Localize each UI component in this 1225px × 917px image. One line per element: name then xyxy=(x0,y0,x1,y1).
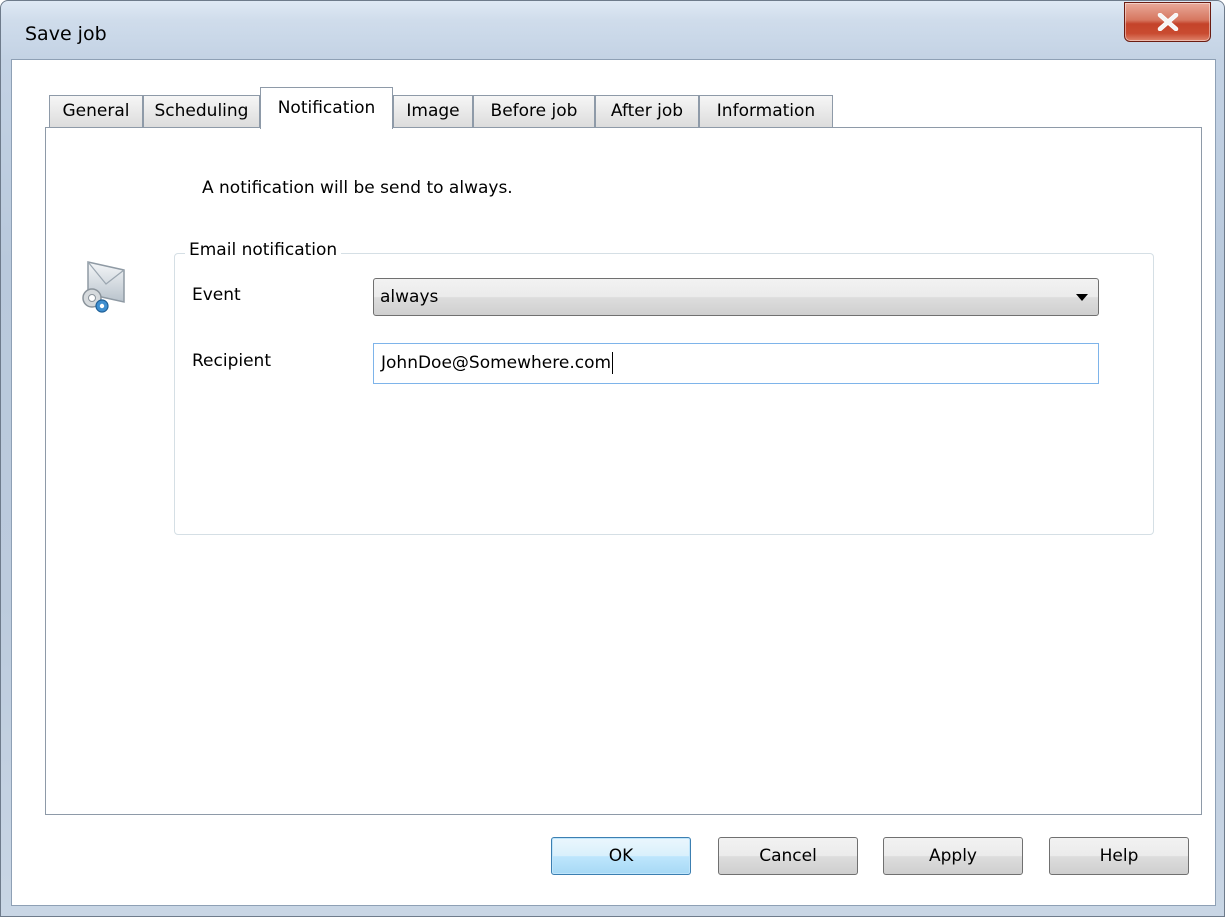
tab-image[interactable]: Image xyxy=(393,95,473,127)
tab-after-job[interactable]: After job xyxy=(595,95,699,127)
event-select[interactable]: always xyxy=(373,278,1099,316)
close-button[interactable] xyxy=(1124,2,1211,42)
cancel-button[interactable]: Cancel xyxy=(718,837,858,875)
recipient-input-value: JohnDoe@Somewhere.com xyxy=(381,353,612,373)
tab-before-job[interactable]: Before job xyxy=(473,95,595,127)
recipient-input[interactable]: JohnDoe@Somewhere.com xyxy=(373,343,1099,384)
tab-general[interactable]: General xyxy=(49,95,143,127)
dialog-client-area: General Scheduling Notification Image Be… xyxy=(11,59,1216,906)
help-button[interactable]: Help xyxy=(1049,837,1189,875)
tab-scheduling[interactable]: Scheduling xyxy=(143,95,260,127)
ok-button[interactable]: OK xyxy=(551,837,691,875)
event-select-value: always xyxy=(380,287,439,307)
window-title: Save job xyxy=(25,23,107,45)
close-icon xyxy=(1157,13,1179,31)
save-job-dialog: Save job General Scheduling Notification… xyxy=(0,0,1225,917)
title-bar[interactable]: Save job xyxy=(1,1,1224,61)
event-label: Event xyxy=(192,285,241,305)
tab-information[interactable]: Information xyxy=(699,95,833,127)
apply-button[interactable]: Apply xyxy=(883,837,1023,875)
email-settings-icon xyxy=(74,254,140,324)
chevron-down-icon xyxy=(1076,294,1088,301)
email-notification-group-title: Email notification xyxy=(185,240,342,260)
notification-info-text: A notification will be send to always. xyxy=(202,178,513,198)
tab-notification[interactable]: Notification xyxy=(260,87,393,129)
recipient-label: Recipient xyxy=(192,351,271,371)
email-notification-group: Email notification Event always Recipien… xyxy=(174,240,1154,535)
notification-panel: A notification will be send to always. E… xyxy=(45,127,1202,815)
text-caret xyxy=(612,352,614,374)
